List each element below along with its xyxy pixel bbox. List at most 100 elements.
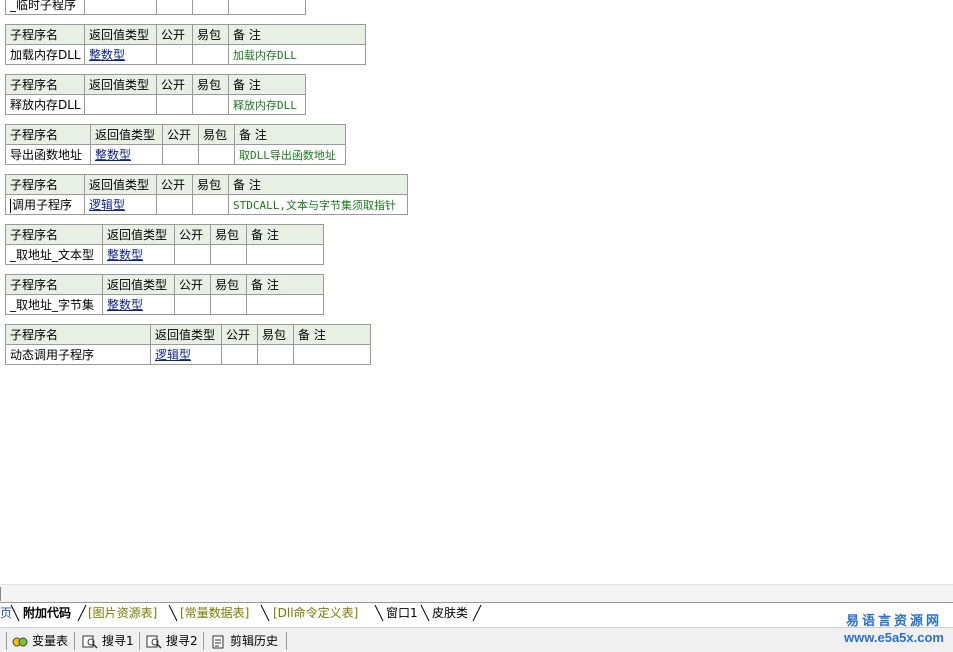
subroutine-table: 子程序名 返回值类型 公开 易包 备 注 _取地址_字节集 整数型 — [5, 274, 324, 315]
tab-separator-icon — [472, 604, 482, 622]
tab-skin-class[interactable]: 皮肤类 — [432, 603, 468, 623]
note-cell[interactable]: STDCALL,文本与字节集须取指针 — [228, 194, 408, 215]
return-type-cell[interactable] — [84, 0, 157, 15]
pack-cell[interactable] — [257, 344, 294, 365]
tab-additional-code[interactable]: 附加代码 — [23, 603, 71, 623]
public-cell[interactable] — [156, 0, 193, 15]
header-name: 子程序名 — [5, 74, 85, 95]
table-row: 调用子程序 逻辑型 STDCALL,文本与字节集须取指针 — [5, 194, 408, 215]
header-note: 备 注 — [246, 274, 324, 295]
table-header-row: 子程序名 返回值类型 公开 易包 备 注 — [5, 74, 306, 95]
header-return-type: 返回值类型 — [102, 224, 175, 245]
pack-cell[interactable] — [192, 0, 229, 15]
pack-cell[interactable] — [192, 44, 229, 65]
subroutine-name-cell[interactable]: 加载内存DLL — [5, 44, 85, 65]
header-pack: 易包 — [257, 324, 294, 345]
public-cell[interactable] — [156, 44, 193, 65]
note-text: 取DLL导出函数地址 — [239, 148, 336, 162]
header-return-type: 返回值类型 — [150, 324, 222, 345]
return-type-cell[interactable]: 整数型 — [102, 294, 175, 315]
note-cell[interactable] — [246, 244, 324, 265]
return-type-link[interactable]: 整数型 — [107, 248, 143, 262]
return-type-link[interactable]: 逻辑型 — [89, 198, 125, 212]
header-return-type: 返回值类型 — [84, 74, 157, 95]
variables-tab[interactable]: 变量表 — [12, 633, 68, 649]
header-public: 公开 — [156, 74, 193, 95]
note-cell[interactable] — [293, 344, 371, 365]
subroutine-name-cell[interactable]: 动态调用子程序 — [5, 344, 151, 365]
public-cell[interactable] — [162, 144, 199, 165]
search1-label: 搜寻1 — [102, 634, 134, 648]
subroutine-name-cell[interactable]: _取地址_文本型 — [5, 244, 103, 265]
return-type-link[interactable]: 整数型 — [95, 148, 131, 162]
separator — [139, 632, 140, 650]
public-cell[interactable] — [174, 244, 211, 265]
separator — [203, 632, 204, 650]
pack-cell[interactable] — [210, 294, 247, 315]
note-cell[interactable] — [228, 0, 306, 15]
subroutine-table-partial: _临时子程序 — [5, 0, 306, 15]
header-return-type: 返回值类型 — [84, 174, 157, 195]
clip-history-tab[interactable]: 剪辑历史 — [210, 633, 278, 649]
code-editor[interactable]: _临时子程序 子程序名 返回值类型 公开 易包 备 注 加载内存DLL 整数型 … — [0, 0, 953, 584]
header-name: 子程序名 — [5, 224, 103, 245]
return-type-link[interactable]: 整数型 — [107, 298, 143, 312]
return-type-cell[interactable]: 整数型 — [102, 244, 175, 265]
pack-cell[interactable] — [192, 194, 229, 215]
subroutine-table: 子程序名 返回值类型 公开 易包 备 注 动态调用子程序 逻辑型 — [5, 324, 371, 365]
header-note: 备 注 — [228, 74, 306, 95]
table-row: 释放内存DLL 释放内存DLL — [5, 94, 306, 115]
table-header-row: 子程序名 返回值类型 公开 易包 备 注 — [5, 124, 346, 145]
return-type-link[interactable]: 整数型 — [89, 48, 125, 62]
public-cell[interactable] — [221, 344, 258, 365]
pack-cell[interactable] — [192, 94, 229, 115]
tab-image-resources[interactable]: [图片资源表] — [88, 603, 157, 623]
note-cell[interactable]: 加载内存DLL — [228, 44, 366, 65]
note-cell[interactable]: 释放内存DLL — [228, 94, 306, 115]
header-name: 子程序名 — [5, 124, 91, 145]
pack-cell[interactable] — [198, 144, 235, 165]
subroutine-name-cell[interactable]: _临时子程序 — [5, 0, 85, 15]
search2-tab[interactable]: 搜寻2 — [146, 633, 198, 649]
return-type-cell[interactable] — [84, 94, 157, 115]
table-header-row: 子程序名 返回值类型 公开 易包 备 注 — [5, 224, 324, 245]
subroutine-table: 子程序名 返回值类型 公开 易包 备 注 调用子程序 逻辑型 STDCALL,文… — [5, 174, 408, 215]
tab-window1[interactable]: 窗口1 — [386, 603, 418, 623]
return-type-link[interactable]: 逻辑型 — [155, 348, 191, 362]
table-row: _临时子程序 — [5, 0, 306, 15]
subroutine-name-cell[interactable]: 释放内存DLL — [5, 94, 85, 115]
clipboard-icon — [212, 635, 224, 648]
public-cell[interactable] — [156, 94, 193, 115]
subroutine-name: 调用子程序 — [12, 198, 73, 212]
public-cell[interactable] — [174, 294, 211, 315]
logo-chinese-text: 易语言资源网 — [845, 614, 942, 629]
subroutine-name-cell[interactable]: _取地址_字节集 — [5, 294, 103, 315]
horizontal-scrollbar[interactable] — [0, 584, 953, 603]
tab-separator-icon — [77, 604, 87, 622]
return-type-cell[interactable]: 逻辑型 — [150, 344, 222, 365]
editor-tab-bar: 页 附加代码 [图片资源表] [常量数据表] [Dll命令定义表] 窗口1 皮肤… — [0, 602, 953, 625]
subroutine-name-cell[interactable]: 调用子程序 — [5, 194, 85, 215]
tab-dll-commands[interactable]: [Dll命令定义表] — [273, 603, 358, 623]
clip-history-label: 剪辑历史 — [230, 634, 279, 648]
note-cell[interactable] — [246, 294, 324, 315]
text-caret — [10, 198, 11, 213]
header-public: 公开 — [156, 24, 193, 45]
variables-label: 变量表 — [32, 634, 69, 648]
search1-tab[interactable]: 搜寻1 — [82, 633, 134, 649]
subroutine-table: 子程序名 返回值类型 公开 易包 备 注 加载内存DLL 整数型 加载内存DLL — [5, 24, 366, 65]
tab-constants[interactable]: [常量数据表] — [180, 603, 249, 623]
logo-url-text: www.e5a5x.com — [844, 630, 944, 645]
return-type-cell[interactable]: 整数型 — [90, 144, 163, 165]
return-type-cell[interactable]: 逻辑型 — [84, 194, 157, 215]
subroutine-name-cell[interactable]: 导出函数地址 — [5, 144, 91, 165]
header-public: 公开 — [174, 224, 211, 245]
header-return-type: 返回值类型 — [90, 124, 163, 145]
return-type-cell[interactable]: 整数型 — [84, 44, 157, 65]
public-cell[interactable] — [156, 194, 193, 215]
pack-cell[interactable] — [210, 244, 247, 265]
tab-separator-icon — [168, 604, 178, 622]
header-return-type: 返回值类型 — [84, 24, 157, 45]
note-cell[interactable]: 取DLL导出函数地址 — [234, 144, 346, 165]
tab-separator-icon — [260, 604, 270, 622]
